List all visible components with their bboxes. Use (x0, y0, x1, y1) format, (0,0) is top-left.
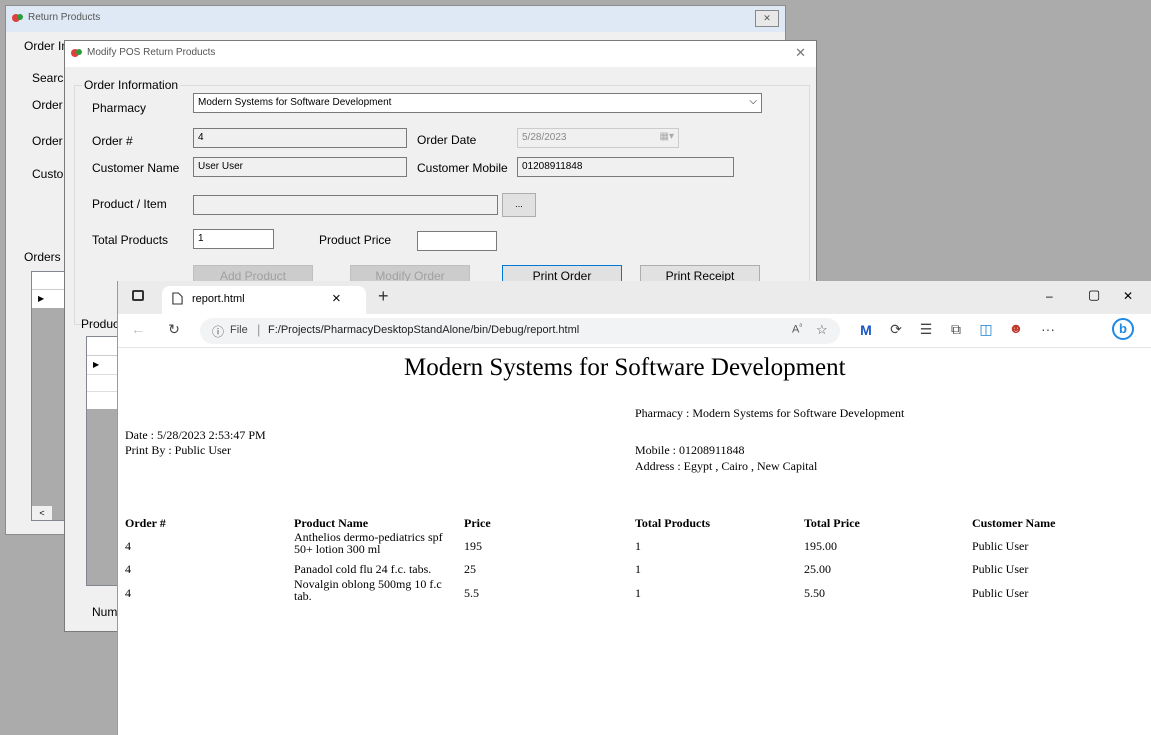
pharmacy-label: Pharmacy (92, 101, 147, 115)
row2-total-price: 25.00 (804, 562, 831, 576)
profile-avatar[interactable]: ☻ (1006, 320, 1026, 336)
return-products-title: Return Products (28, 12, 101, 23)
page-icon (172, 292, 183, 305)
order-label-1: Order (32, 98, 63, 112)
extension-puzzle-icon[interactable]: ⟳ (886, 321, 906, 338)
row2-price: 25 (464, 562, 476, 576)
scroll-left-button[interactable]: < (32, 506, 52, 520)
total-products-field[interactable]: 1 (193, 229, 274, 249)
row3-total-products: 1 (635, 586, 641, 600)
report-date: Date : 5/28/2023 2:53:47 PM (125, 428, 266, 442)
refresh-icon[interactable]: ↻ (164, 321, 184, 338)
order-no-label: Order # (92, 134, 133, 148)
read-aloud-icon[interactable]: Aᵃ (792, 323, 802, 336)
pharmacy-value: Modern Systems for Software Development (198, 97, 392, 108)
url-text: F:/Projects/PharmacyDesktopStandAlone/bi… (268, 324, 580, 336)
modify-titlebar: Modify POS Return Products ✕ (65, 41, 816, 67)
order-date-value: 5/28/2023 (522, 132, 567, 143)
row2-customer: Public User (972, 562, 1029, 576)
column-header-total-products: Total Products (635, 516, 711, 530)
browser-toolbar: ← ↻ ⓘ File | F:/Projects/PharmacyDesktop… (118, 314, 1151, 348)
url-scheme: File (230, 324, 248, 336)
tab-report[interactable]: report.html × (162, 286, 366, 314)
info-icon: ⓘ (212, 325, 225, 339)
maximize-button[interactable]: ▢ (1088, 287, 1100, 303)
search-label: Searc (32, 71, 64, 85)
calendar-icon: ▦▾ (659, 131, 674, 142)
app-icon (12, 14, 23, 22)
chevron-down-icon: ⌵ (749, 96, 757, 107)
row1-total-products: 1 (635, 539, 641, 553)
row1-price: 195 (464, 539, 482, 553)
favorites-icon[interactable]: ☰ (916, 321, 936, 338)
row3-customer: Public User (972, 586, 1029, 600)
address-bar[interactable]: ⓘ File | F:/Projects/PharmacyDesktopStan… (200, 318, 840, 344)
pharmacy-select[interactable]: Modern Systems for Software Development … (193, 93, 762, 113)
favorite-icon[interactable]: ☆ (816, 322, 828, 338)
column-header-customer: Customer Name (972, 516, 1056, 530)
customer-name-label: Customer Name (92, 161, 180, 175)
url-divider: | (257, 322, 261, 337)
customer-name-field[interactable]: User User (193, 157, 407, 177)
column-header-total-price: Total Price (804, 516, 860, 530)
products-label: Produc (81, 317, 120, 331)
return-products-titlebar: Return Products ✕ (6, 6, 785, 32)
row3-total-price: 5.50 (804, 586, 825, 600)
order-date-picker[interactable]: 5/28/2023 ▦▾ (517, 128, 679, 148)
modify-title: Modify POS Return Products (87, 47, 216, 58)
browse-product-button[interactable]: ... (502, 193, 536, 217)
order-no-field[interactable]: 4 (193, 128, 407, 148)
total-products-label: Total Products (92, 233, 169, 247)
product-field[interactable] (193, 195, 498, 215)
row3-order: 4 (125, 586, 131, 600)
row1-total-price: 195.00 (804, 539, 837, 553)
collections-icon[interactable]: ⧉ (946, 321, 966, 338)
customer-label: Custo (32, 167, 64, 181)
customer-mobile-field[interactable]: 01208911848 (517, 157, 734, 177)
tab-title: report.html (192, 293, 245, 305)
close-window-button[interactable]: ✕ (1123, 289, 1133, 303)
row1-product: Anthelios dermo-pediatrics spf 50+ lotio… (294, 530, 443, 556)
report-page: Modern Systems for Software Development … (118, 348, 1151, 735)
minimize-button[interactable]: – (1046, 289, 1053, 303)
more-menu-icon[interactable]: ··· (1038, 321, 1058, 337)
order-label-2: Order (32, 134, 63, 148)
customer-mobile-label: Customer Mobile (417, 161, 508, 175)
close-button[interactable]: ✕ (755, 10, 779, 27)
new-tab-button[interactable]: + (378, 286, 389, 307)
bing-icon[interactable]: b (1112, 318, 1134, 340)
row2-order: 4 (125, 562, 131, 576)
close-tab-icon[interactable]: × (332, 290, 341, 307)
row2-product: Panadol cold flu 24 f.c. tabs. (294, 562, 432, 576)
report-pharmacy: Pharmacy : Modern Systems for Software D… (635, 406, 905, 420)
product-price-field[interactable] (417, 231, 497, 251)
orders-label: Orders I (24, 250, 68, 264)
app-icon (71, 49, 82, 57)
product-price-label: Product Price (319, 233, 392, 247)
row2-total-products: 1 (635, 562, 641, 576)
report-mobile: Mobile : 01208911848 (635, 443, 745, 457)
report-title: Modern Systems for Software Development (404, 354, 846, 381)
extension-m-icon[interactable]: M (856, 322, 876, 338)
column-header-order: Order # (125, 516, 166, 530)
row3-product: Novalgin oblong 500mg 10 f.c tab. (294, 577, 442, 603)
column-header-price: Price (464, 516, 491, 530)
browser-window: report.html × + – ▢ ✕ ← ↻ ⓘ File | F:/Pr… (117, 281, 1151, 735)
order-date-label: Order Date (417, 133, 477, 147)
column-header-product: Product Name (294, 516, 369, 530)
report-address: Address : Egypt , Cairo , New Capital (635, 459, 818, 473)
row1-order: 4 (125, 539, 131, 553)
num-label: Num (92, 605, 118, 619)
back-icon[interactable]: ← (128, 321, 148, 337)
report-print-by: Print By : Public User (125, 443, 232, 457)
close-icon[interactable]: ✕ (795, 45, 806, 61)
row1-customer: Public User (972, 539, 1029, 553)
row3-price: 5.5 (464, 586, 479, 600)
tab-strip: report.html × + – ▢ ✕ (118, 281, 1151, 314)
product-label: Product / Item (92, 197, 167, 211)
order-info-title: Order Information (82, 78, 181, 92)
edge-icon[interactable]: ◫ (976, 321, 996, 338)
tab-actions-icon[interactable] (132, 290, 144, 301)
